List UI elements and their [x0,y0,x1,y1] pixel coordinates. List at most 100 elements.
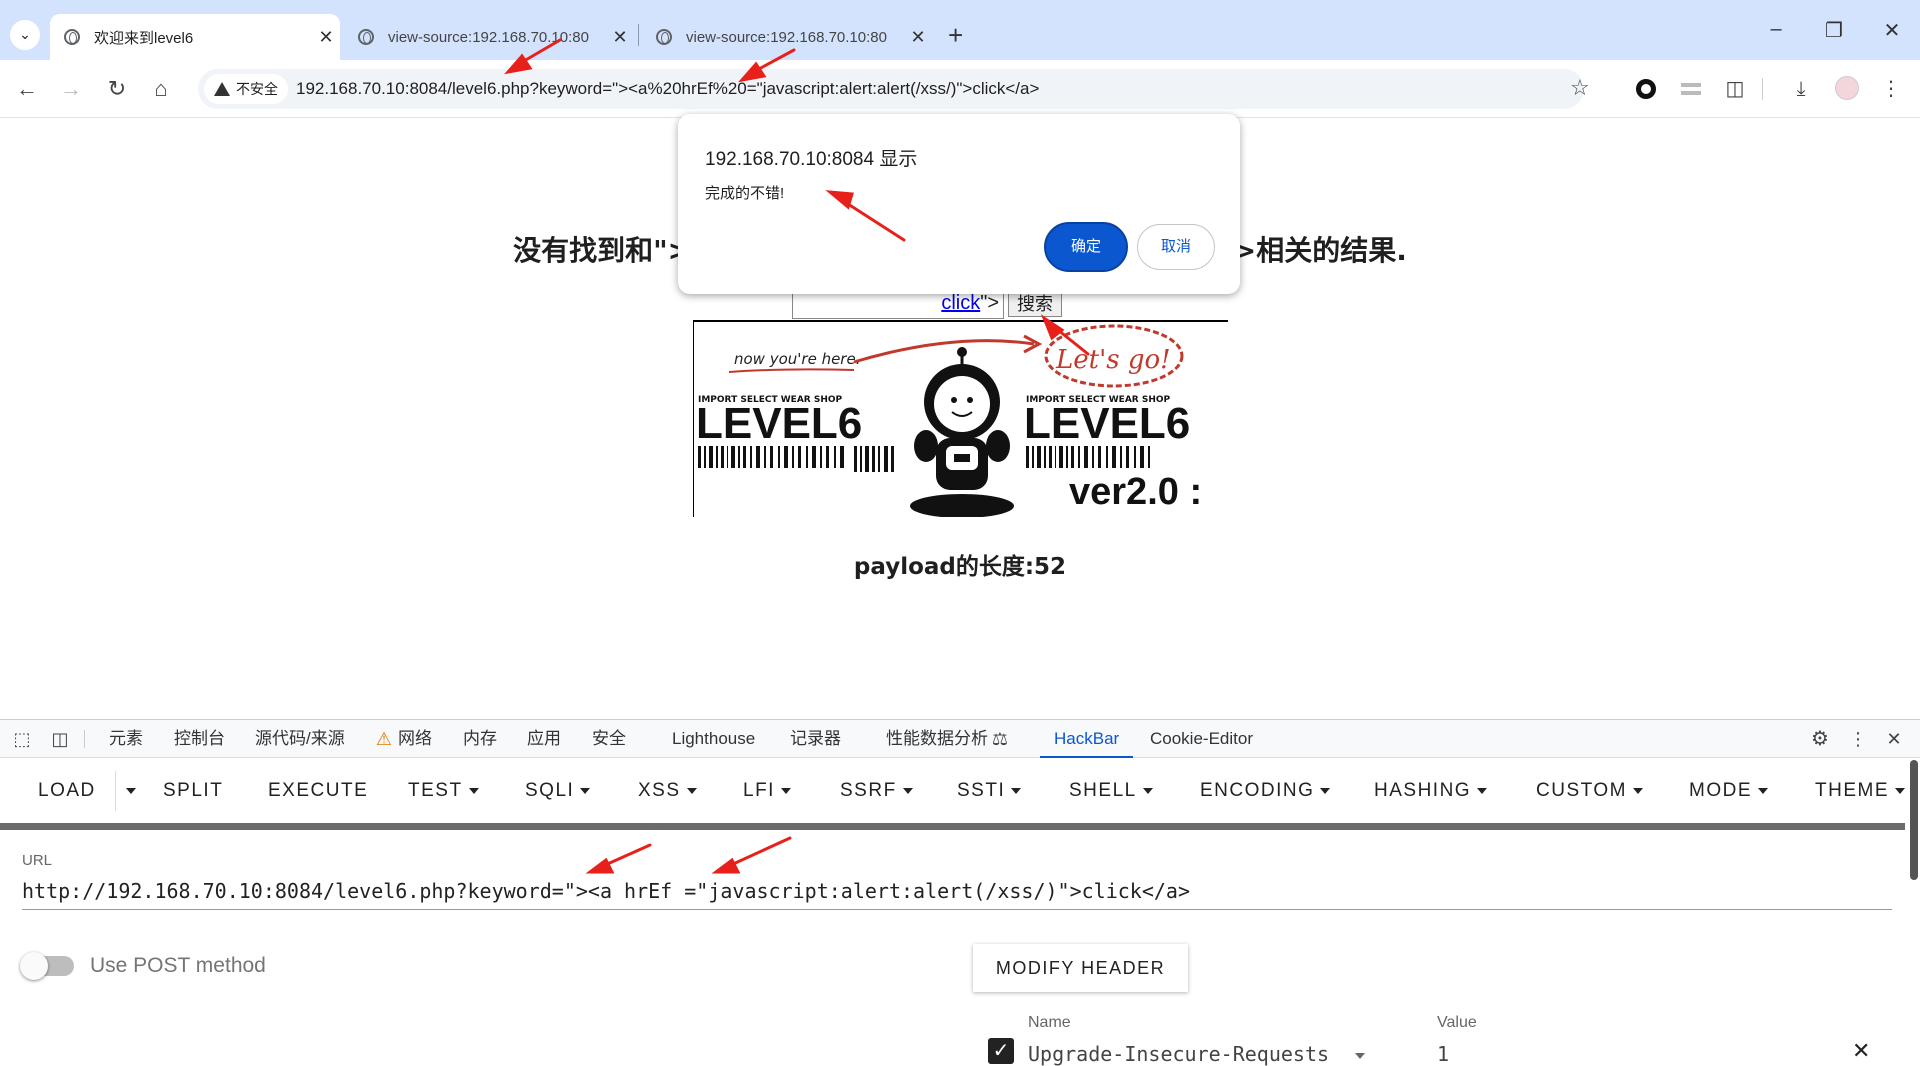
close-icon[interactable]: ✕ [312,27,340,48]
header-name-label: Name [1028,1014,1071,1031]
execute-button[interactable]: EXECUTE [268,759,368,823]
download-icon[interactable]: ⤓ [1788,76,1814,102]
forward-icon[interactable]: → [56,74,86,104]
post-method-toggle[interactable] [20,952,74,980]
chevron-down-icon: ⌄ [19,26,31,42]
close-icon[interactable]: ✕ [606,27,634,48]
mode-label: MODE [1689,780,1752,801]
banner-level-right: LEVEL6 [1024,399,1190,448]
ssti-label: SSTI [957,780,1006,801]
header-enabled-checkbox[interactable]: ✓ [988,1038,1014,1064]
execute-label: EXECUTE [268,780,369,801]
tab-search-button[interactable]: ⌄ [10,20,40,50]
test-menu[interactable]: TEST [408,759,479,823]
level6-banner-image: now you're here. Let's go! IMPORT SELECT… [693,320,1228,517]
tab-network[interactable]: 网络 [398,720,432,758]
caret-down-icon [1011,787,1022,794]
not-secure-chip[interactable]: 不安全 [204,74,288,104]
modify-header-button[interactable]: MODIFY HEADER [973,944,1188,992]
tab-application[interactable]: 应用 [527,720,561,758]
reload-icon[interactable]: ↻ [102,74,132,104]
ssrf-menu[interactable]: SSRF [840,759,913,823]
custom-label: CUSTOM [1536,780,1627,801]
tab-cookie-editor[interactable]: Cookie-Editor [1150,720,1253,758]
tab-level6[interactable]: 欢迎来到level6 ✕ [50,14,340,60]
test-label: TEST [408,780,463,801]
extension-bars-icon[interactable] [1678,76,1704,102]
tab-hackbar[interactable]: HackBar [1040,720,1134,758]
theme-label: THEME [1815,780,1889,801]
ok-button[interactable]: 确定 [1044,222,1128,272]
extensions-puzzle-icon[interactable]: ◫ [1722,76,1748,102]
search-button[interactable]: 搜索 [1008,291,1062,317]
tab-console[interactable]: 控制台 [174,720,225,758]
tab-view-source-2[interactable]: view-source:192.168.70.10:80 ✕ [642,14,932,60]
sqli-label: SQLI [525,780,575,801]
cancel-button[interactable]: 取消 [1137,224,1215,270]
hashing-menu[interactable]: HASHING [1374,759,1488,823]
home-icon[interactable]: ⌂ [146,74,176,104]
caret-down-icon [1142,787,1153,794]
hackbar-horizontal-scrollbar[interactable] [0,823,1905,830]
inspect-element-icon[interactable]: ⬚ [12,729,32,749]
shell-menu[interactable]: SHELL [1069,759,1153,823]
xss-menu[interactable]: XSS [638,759,697,823]
bookmark-star-icon[interactable]: ☆ [1570,75,1590,101]
header-value-label: Value [1437,1014,1477,1031]
back-icon[interactable]: ← [12,74,42,104]
close-icon[interactable]: ✕ [904,27,932,48]
extension-circle-icon[interactable] [1633,76,1659,102]
load-dropdown[interactable] [120,759,136,823]
address-text[interactable]: 192.168.70.10:8084/level6.php?keyword=">… [296,69,1039,109]
mode-menu[interactable]: MODE [1689,759,1768,823]
more-menu-icon[interactable]: ⋮ [1878,76,1904,102]
banner-note: now you're here. [734,350,860,368]
remove-header-icon[interactable]: ✕ [1852,1038,1870,1064]
ssti-menu[interactable]: SSTI [957,759,1022,823]
devtools-more-icon[interactable]: ⋮ [1848,729,1868,749]
header-name-select[interactable]: Upgrade-Insecure-Requests [1028,1042,1366,1066]
header-value-input[interactable]: 1 [1437,1042,1449,1066]
minimize-icon[interactable]: – [1756,18,1796,41]
lfi-menu[interactable]: LFI [743,759,791,823]
header-name-value: Upgrade-Insecure-Requests [1028,1042,1330,1066]
devtools-close-icon[interactable]: ✕ [1884,729,1904,749]
dialog-origin: 192.168.70.10:8084 显示 [705,149,918,170]
caret-down-icon [780,787,791,794]
address-bar[interactable]: 不安全 192.168.70.10:8084/level6.php?keywor… [198,69,1590,109]
network-warning-icon: ⚠ [375,729,393,749]
click-link[interactable]: click [941,292,980,315]
caret-down-icon [1477,787,1488,794]
tab-view-source-1[interactable]: view-source:192.168.70.10:80 ✕ [344,14,634,60]
tab-security[interactable]: 安全 [592,720,626,758]
warning-icon [214,82,230,96]
hackbar-vertical-scrollbar[interactable] [1910,760,1918,880]
load-button[interactable]: LOAD [38,759,96,823]
toolbar-divider [1762,78,1763,100]
url-textarea[interactable]: http://192.168.70.10:8084/level6.php?key… [22,876,1892,910]
tab-recorder[interactable]: 记录器 [790,720,841,758]
device-toolbar-icon[interactable]: ◫ [50,729,70,749]
browser-toolbar: ← → ↻ ⌂ 不安全 192.168.70.10:8084/level6.ph… [0,60,1920,118]
caret-down-icon [686,787,697,794]
close-window-icon[interactable]: ✕ [1872,18,1912,43]
sqli-menu[interactable]: SQLI [525,759,591,823]
tab-elements[interactable]: 元素 [109,720,143,758]
tab-lighthouse[interactable]: Lighthouse [672,720,755,758]
caret-down-icon [1632,787,1643,794]
restore-icon[interactable]: ❐ [1814,18,1854,43]
settings-gear-icon[interactable]: ⚙ [1810,729,1830,749]
caret-down-icon [1895,787,1905,794]
theme-menu[interactable]: THEME [1815,759,1905,823]
encoding-menu[interactable]: ENCODING [1200,759,1331,823]
tab-performance-insights[interactable]: 性能数据分析 [886,720,988,758]
profile-avatar[interactable] [1834,76,1860,102]
caret-down-icon [902,787,913,794]
tab-sources[interactable]: 源代码/来源 [255,720,345,758]
new-tab-button[interactable]: + [948,20,963,51]
banner-version: ver2.0 : [1069,471,1202,513]
custom-menu[interactable]: CUSTOM [1536,759,1643,823]
alert-dialog: 192.168.70.10:8084 显示 完成的不错! 确定 取消 [678,114,1240,294]
split-button[interactable]: SPLIT [163,759,223,823]
tab-memory[interactable]: 内存 [463,720,497,758]
